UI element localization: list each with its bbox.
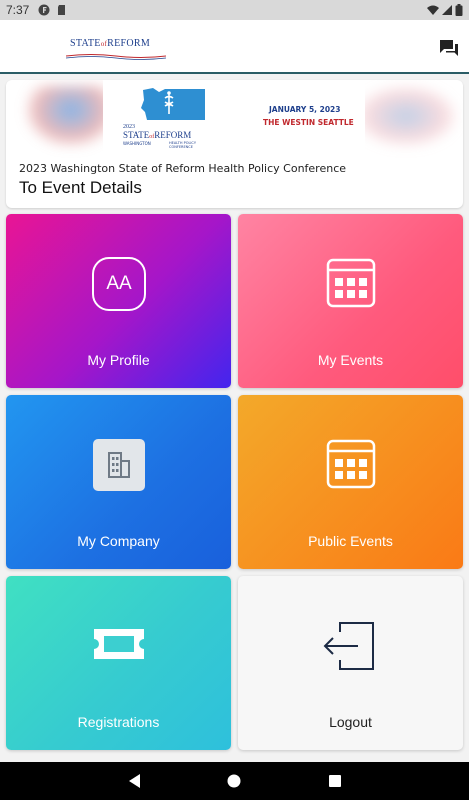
avatar-icon: AA — [92, 257, 146, 311]
flyer-brand: STATEofREFORM — [123, 130, 192, 140]
calendar-grid-icon — [326, 258, 376, 308]
registrations-tile[interactable]: Registrations — [6, 576, 231, 750]
battery-icon — [455, 4, 463, 16]
system-nav-bar — [0, 762, 469, 800]
state-of-reform-logo[interactable]: STATEofREFORM — [66, 34, 170, 62]
logout-label: Logout — [329, 714, 372, 730]
washington-map-icon — [141, 88, 205, 120]
my-company-label: My Company — [77, 533, 160, 549]
my-company-tile[interactable]: My Company — [6, 395, 231, 569]
event-banner[interactable]: 2023 STATEofREFORM WASHINGTON HEALTH POL… — [6, 80, 463, 154]
status-time: 7:37 — [6, 3, 30, 17]
calendar-grid-icon — [326, 439, 376, 489]
flyer-venue: THE WESTIN SEATTLE — [263, 118, 354, 127]
event-card[interactable]: 2023 STATEofREFORM WASHINGTON HEALTH POL… — [6, 80, 463, 208]
registrations-label: Registrations — [77, 714, 160, 730]
public-events-tile[interactable]: Public Events — [238, 395, 463, 569]
back-icon[interactable] — [127, 773, 143, 789]
app-bar: STATEofREFORM — [0, 20, 469, 74]
flyer-subtitle: HEALTH POLICY CONFERENCE — [169, 141, 196, 149]
building-icon — [93, 439, 145, 491]
event-details-link[interactable]: To Event Details — [19, 178, 142, 198]
wifi-icon — [427, 5, 439, 15]
logo-wordmark: STATEofREFORM — [70, 38, 151, 49]
logout-icon — [323, 622, 374, 670]
banner-blur-right — [356, 86, 456, 146]
ticket-icon — [94, 629, 144, 659]
sd-card-icon — [58, 5, 65, 15]
my-profile-tile[interactable]: AA My Profile — [6, 214, 231, 388]
my-events-label: My Events — [317, 352, 384, 368]
flyer-date: JANUARY 5, 2023 — [269, 105, 341, 114]
chat-icon[interactable] — [438, 38, 460, 58]
my-events-tile[interactable]: My Events — [238, 214, 463, 388]
home-icon[interactable] — [226, 773, 242, 789]
notification-f-icon — [38, 4, 50, 16]
public-events-label: Public Events — [308, 533, 393, 549]
recents-icon[interactable] — [327, 773, 343, 789]
logo-swoosh — [66, 54, 166, 60]
status-bar: 7:37 — [0, 0, 469, 20]
flyer-state: WASHINGTON — [123, 141, 151, 146]
event-title: 2023 Washington State of Reform Health P… — [19, 162, 347, 175]
signal-icon — [442, 5, 452, 15]
event-flyer: 2023 STATEofREFORM WASHINGTON HEALTH POL… — [103, 80, 365, 154]
logout-tile[interactable]: Logout — [238, 576, 463, 750]
my-profile-label: My Profile — [87, 352, 150, 368]
